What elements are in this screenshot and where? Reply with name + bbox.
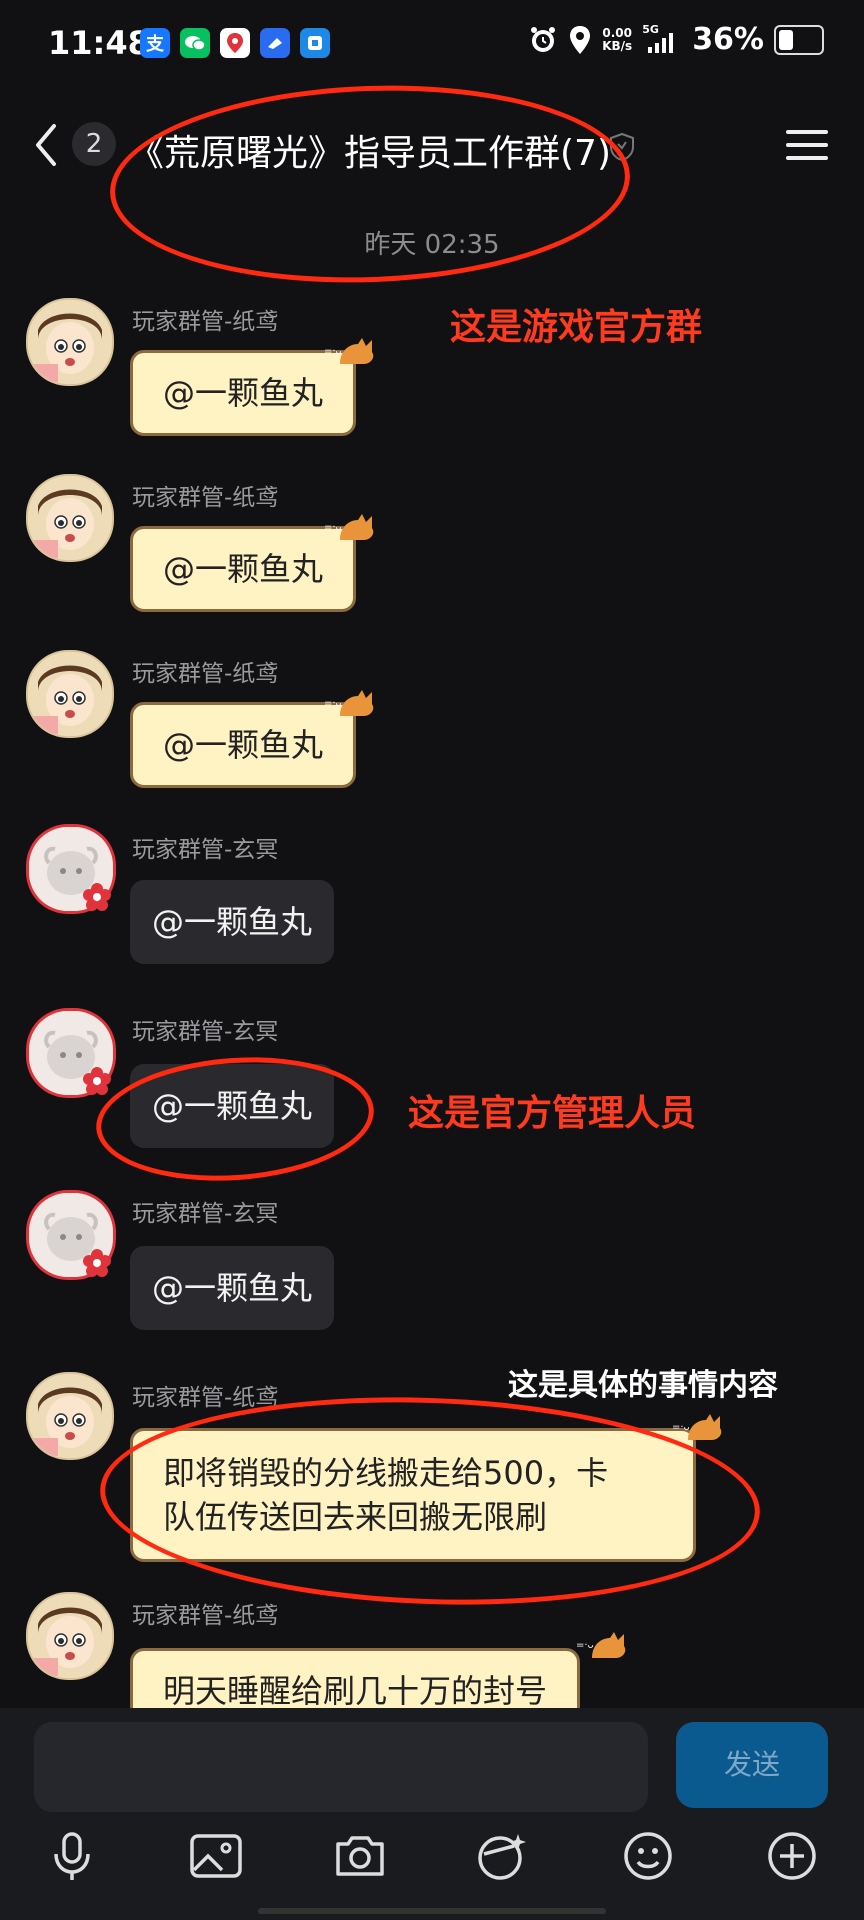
annotation-circle-details [96, 1386, 764, 1616]
alipay-icon: 支 [140, 28, 170, 58]
sender-name: 玩家群管-玄冥 [132, 1201, 279, 1227]
cat-decoration-icon: =·ᴗ [324, 514, 374, 540]
svg-text:=·ᴗ: =·ᴗ [324, 522, 342, 533]
anime-avatar-icon [28, 1594, 112, 1678]
message-text: @一颗鱼丸 [163, 726, 324, 764]
message-bubble[interactable]: @一颗鱼丸 [130, 880, 335, 964]
battery-fill [779, 29, 793, 50]
notification-icons: 支 [140, 28, 330, 58]
sender-name: 玩家群管-纸鸢 [132, 661, 279, 687]
sticker-icon[interactable] [474, 1828, 530, 1884]
sender-name: 玩家群管-纸鸢 [132, 309, 279, 335]
sender-name: 玩家群管-玄冥 [132, 837, 279, 863]
cloud-app-icon [260, 28, 290, 58]
input-bar: 发送 [0, 1708, 864, 1920]
battery-percent: 36% [692, 22, 764, 57]
image-icon[interactable] [188, 1828, 244, 1884]
cat-decoration-icon: =·ᴗ [672, 1414, 722, 1440]
annotation-details: 这是具体的事情内容 [508, 1368, 778, 1403]
message-text: @一颗鱼丸 [163, 550, 324, 588]
map-pin-app-icon [220, 28, 250, 58]
message-text: 明天睡醒给刷几十万的封号 [163, 1672, 548, 1710]
chevron-left-icon[interactable] [28, 120, 64, 170]
message-bubble[interactable]: @一颗鱼丸 [130, 1246, 335, 1330]
avatar[interactable] [26, 1372, 114, 1460]
signal-strength: 5G [642, 23, 682, 55]
flower-badge-icon [83, 1067, 111, 1095]
unread-count-badge[interactable]: 2 [72, 122, 116, 166]
message-text: @一颗鱼丸 [152, 1269, 313, 1307]
battery-icon [774, 24, 824, 55]
svg-text:=·ᴗ: =·ᴗ [576, 1640, 594, 1651]
square-app-icon [300, 28, 330, 58]
cat-decoration-icon: =·ᴗ [324, 338, 374, 364]
avatar[interactable] [26, 1592, 114, 1680]
avatar[interactable] [26, 298, 114, 386]
location-icon [570, 25, 591, 54]
anime-avatar-icon [28, 476, 112, 560]
message-input[interactable] [34, 1722, 648, 1812]
hamburger-icon[interactable] [786, 130, 828, 162]
message-text: @一颗鱼丸 [152, 903, 313, 941]
svg-text:=·ᴗ: =·ᴗ [324, 346, 342, 357]
wechat-icon [180, 28, 210, 58]
anime-avatar-icon [28, 1374, 112, 1458]
network-speed: 0.00 KB/s [602, 25, 633, 53]
plus-icon[interactable] [764, 1828, 820, 1884]
avatar[interactable] [26, 474, 114, 562]
flower-badge-icon [83, 1249, 111, 1277]
status-bar: 11:48 支 0.00 KB/s 5G 36% [0, 0, 864, 90]
emoji-icon[interactable] [620, 1828, 676, 1884]
cat-decoration-icon: =·ᴗ [324, 690, 374, 716]
annotation-official-group: 这是游戏官方群 [450, 307, 703, 348]
home-indicator[interactable] [258, 1908, 606, 1914]
flower-badge-icon [83, 883, 111, 911]
avatar[interactable] [26, 650, 114, 738]
send-button[interactable]: 发送 [676, 1722, 828, 1808]
sender-name: 玩家群管-纸鸢 [132, 485, 279, 511]
microphone-icon[interactable] [44, 1828, 100, 1884]
svg-text:=·ᴗ: =·ᴗ [672, 1422, 690, 1433]
anime-avatar-icon [28, 652, 112, 736]
status-time: 11:48 [48, 24, 150, 62]
anime-avatar-icon [28, 300, 112, 384]
alarm-icon [531, 26, 556, 52]
sender-name: 玩家群管-纸鸢 [132, 1603, 279, 1629]
message-text: @一颗鱼丸 [163, 374, 324, 412]
input-toolbar [0, 1828, 864, 1898]
svg-text:=·ᴗ: =·ᴗ [324, 698, 342, 709]
sender-name: 玩家群管-玄冥 [132, 1019, 279, 1045]
annotation-official-admin: 这是官方管理人员 [408, 1093, 697, 1134]
cat-decoration-icon: =·ᴗ [576, 1632, 626, 1658]
status-right: 0.00 KB/s 5G 36% [528, 22, 824, 57]
camera-icon[interactable] [332, 1828, 388, 1884]
